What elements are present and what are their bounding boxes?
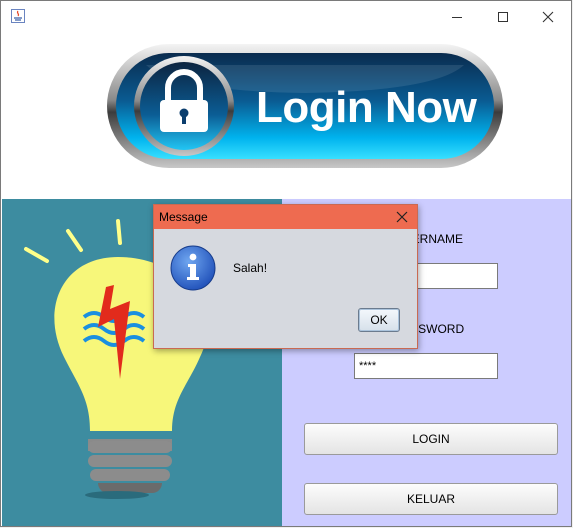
close-icon (396, 211, 408, 223)
close-icon (542, 11, 554, 22)
dialog-title: Message (159, 210, 208, 224)
dialog-close-button[interactable] (387, 205, 417, 229)
ok-button[interactable]: OK (358, 308, 400, 332)
exit-button[interactable]: KELUAR (304, 483, 558, 515)
information-icon (170, 245, 216, 291)
java-app-icon (11, 9, 25, 23)
minimize-button[interactable] (434, 1, 480, 32)
dialog-message: Salah! (233, 261, 268, 275)
login-button[interactable]: LOGIN (304, 423, 558, 455)
close-button[interactable] (525, 1, 571, 32)
banner-text: Login Now (256, 83, 477, 132)
password-input[interactable] (354, 353, 498, 379)
dialog-title-bar: Message (154, 205, 417, 229)
title-bar (1, 1, 571, 33)
maximize-button[interactable] (480, 1, 526, 32)
maximize-icon (498, 11, 508, 22)
minimize-icon (452, 16, 462, 18)
message-dialog: Message Salah! OK (153, 204, 418, 349)
